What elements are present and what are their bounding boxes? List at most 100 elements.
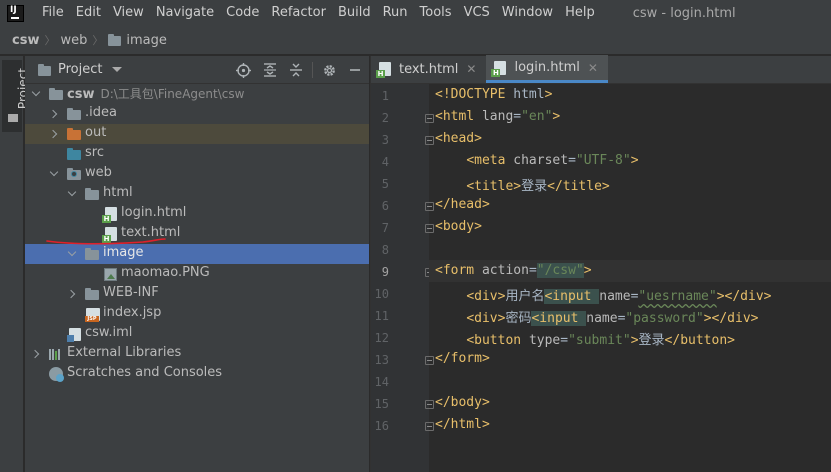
fold-marker-icon[interactable] [425, 224, 434, 233]
menu-refactor[interactable]: Refactor [265, 0, 332, 26]
tree-row-idea[interactable]: .idea [25, 104, 369, 124]
menu-help[interactable]: Help [559, 0, 601, 26]
code-token: > [630, 333, 639, 348]
folder-icon [85, 188, 99, 200]
project-tool-window-button[interactable]: Project [2, 60, 30, 132]
tree-label-external-libraries: External Libraries [67, 345, 182, 360]
chevron-down-icon[interactable] [112, 67, 123, 72]
tree-label-idea: .idea [85, 105, 117, 120]
line-number: 10 [374, 287, 389, 301]
menu-code[interactable]: Code [220, 0, 265, 26]
close-icon[interactable]: ✕ [588, 61, 598, 75]
tree-row-src[interactable]: src [25, 144, 369, 164]
tab-login-html[interactable]: login.html ✕ [486, 55, 608, 83]
tree-row-out[interactable]: out [25, 124, 369, 144]
fold-marker-icon[interactable] [425, 356, 434, 365]
tree-row-image[interactable]: image [25, 244, 369, 264]
tree-row-csw-iml[interactable]: csw.iml [25, 324, 369, 344]
tree-row-html[interactable]: html [25, 184, 369, 204]
code-token: <div> [466, 289, 506, 304]
minimize-icon[interactable] [346, 61, 364, 79]
code-token: = [528, 263, 537, 278]
tree-row-web-inf[interactable]: WEB-INF [25, 284, 369, 304]
code-line: <body> [435, 219, 482, 234]
folder-icon [38, 63, 51, 76]
tree-label-login-html: login.html [121, 205, 187, 220]
menu-run[interactable]: Run [377, 0, 414, 26]
chevron-down-icon[interactable] [31, 89, 41, 99]
chevron-down-icon[interactable] [67, 189, 77, 199]
close-icon[interactable]: ✕ [466, 62, 476, 76]
menu-navigate[interactable]: Navigate [150, 0, 220, 26]
expand-all-icon[interactable] [261, 61, 279, 79]
menu-build[interactable]: Build [332, 0, 377, 26]
menu-bar: File Edit View Navigate Code Refactor Bu… [0, 0, 831, 26]
code-token: = [560, 333, 569, 348]
project-view-selector[interactable]: Project [58, 62, 102, 77]
tree-label-web: web [85, 165, 112, 180]
breadcrumb-item-web[interactable]: web [60, 33, 87, 48]
tree-label-image: image [103, 245, 144, 260]
menu-view[interactable]: View [107, 0, 150, 26]
code-line: <div>密码<input name="password"></div> [435, 307, 758, 326]
image-file-icon [104, 268, 117, 281]
excluded-folder-icon [67, 128, 81, 140]
code-token: 用户名 [505, 289, 545, 304]
collapse-all-icon[interactable] [287, 61, 305, 79]
code-token: <head> [435, 131, 482, 146]
menu-file[interactable]: File [36, 0, 70, 26]
menu-tools[interactable]: Tools [414, 0, 458, 26]
tree-row-login-html[interactable]: login.html [25, 204, 369, 224]
code-token: action [481, 263, 529, 278]
fold-marker-icon[interactable] [425, 136, 434, 145]
chevron-right-icon[interactable] [31, 349, 41, 359]
fold-marker-icon[interactable] [425, 422, 434, 431]
code-line: <div>用户名<input name="uesrname"></div> [435, 285, 771, 304]
crosshair-icon[interactable] [234, 61, 252, 79]
code-token: </head> [435, 197, 490, 212]
line-number: 2 [381, 111, 389, 125]
chevron-down-icon[interactable] [67, 249, 77, 259]
web-folder-icon [67, 168, 81, 180]
tree-row-external-libraries[interactable]: External Libraries [25, 344, 369, 364]
menu-vcs[interactable]: VCS [458, 0, 496, 26]
tab-text-html[interactable]: text.html ✕ [371, 55, 486, 83]
code-token: ></div> [703, 311, 759, 326]
code-line: <!DOCTYPE html> [435, 87, 552, 102]
code-token: </button> [664, 333, 735, 348]
fold-marker-icon[interactable] [425, 400, 434, 409]
tree-label-src: src [85, 145, 104, 160]
code-token: <!DOCTYPE [435, 87, 514, 102]
code-line: </form> [435, 351, 490, 366]
code-token: = [568, 153, 576, 168]
line-number: 9 [381, 265, 389, 279]
chevron-right-icon[interactable] [67, 289, 77, 299]
tree-row-scratches[interactable]: Scratches and Consoles [25, 364, 369, 384]
breadcrumb-item-csw[interactable]: csw [12, 33, 39, 48]
chevron-right-icon[interactable] [49, 129, 59, 139]
code-token: 密码 [505, 311, 532, 326]
iml-file-icon [67, 328, 81, 342]
intellij-logo-icon [7, 4, 24, 22]
line-number: 12 [374, 331, 389, 345]
fold-marker-icon[interactable] [425, 114, 434, 123]
tree-row-index-jsp[interactable]: index.jsp [25, 304, 369, 324]
tree-row-maomao-png[interactable]: maomao.PNG [25, 264, 369, 284]
line-number: 8 [381, 243, 389, 257]
window-title: csw - login.html [632, 5, 736, 21]
library-icon [49, 348, 63, 360]
tree-row-csw[interactable]: csw D:\工具包\FineAgent\csw [25, 84, 369, 104]
tree-row-web[interactable]: web [25, 164, 369, 184]
menu-edit[interactable]: Edit [70, 0, 107, 26]
fold-marker-icon[interactable] [425, 202, 434, 211]
tree-label-csw-iml: csw.iml [85, 325, 133, 340]
gear-icon[interactable] [320, 61, 338, 79]
chevron-right-icon[interactable] [49, 109, 59, 119]
chevron-down-icon[interactable] [49, 169, 59, 179]
menu-window[interactable]: Window [496, 0, 559, 26]
tree-label-html: html [103, 185, 133, 200]
breadcrumb-item-image[interactable]: image [126, 33, 167, 48]
code-token: "en" [521, 109, 553, 124]
